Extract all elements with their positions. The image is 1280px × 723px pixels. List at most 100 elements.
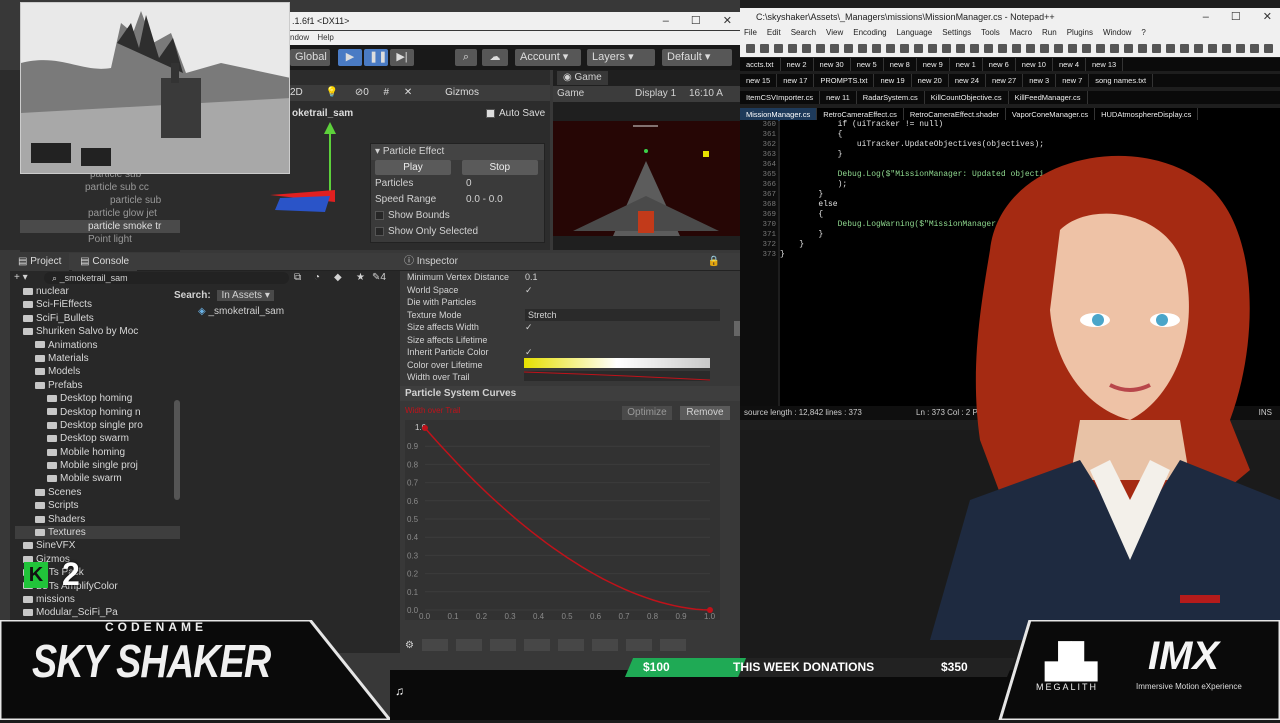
npp-menu-item[interactable]: Window [1103,28,1131,37]
hierarchy-item[interactable]: particle glow jet [20,207,180,220]
show-bounds-row[interactable]: Show Bounds [371,208,544,224]
maximize-icon[interactable]: ☐ [691,12,701,30]
display-dropdown[interactable]: Display 1 [635,88,676,99]
file-tab[interactable]: new 3 [1023,74,1057,87]
project-folder[interactable]: SciFi_Bullets [15,312,180,325]
search-result[interactable]: ◈ _smoketrail_sam [198,306,284,317]
toolbar-button[interactable] [858,44,867,53]
toolbar-button[interactable] [914,44,923,53]
project-scrollbar[interactable] [174,400,180,500]
project-folder[interactable]: Shaders [15,513,180,526]
file-tab[interactable]: new 24 [949,74,987,87]
optimize-button[interactable]: Optimize [622,406,672,420]
show-only-selected-checkbox[interactable] [375,226,384,236]
property-value[interactable]: ✓ [525,346,533,359]
project-folder[interactable]: Prefabs [15,379,180,392]
project-folder[interactable]: Desktop homing n [15,406,180,419]
project-folder[interactable]: Mobile single proj [15,459,180,472]
npp-menu-item[interactable]: Run [1042,28,1057,37]
mode-2d-toggle[interactable]: 2D [290,87,303,98]
favorite-icon[interactable]: ★ [356,271,365,285]
toolbar-button[interactable] [928,44,937,53]
play-button[interactable]: ▶ [338,49,362,66]
label-icon[interactable]: ◆ [334,271,342,285]
menu-window[interactable]: ndow [290,33,309,42]
file-tab[interactable]: new 9 [917,58,950,71]
hierarchy-item[interactable]: particle sub cc [20,181,180,194]
toolbar-button[interactable] [1110,44,1119,53]
toolbar-button[interactable] [872,44,881,53]
file-tab[interactable]: new 2 [781,58,814,71]
file-tab[interactable]: new 6 [983,58,1016,71]
toolbar-button[interactable] [1166,44,1175,53]
file-tab[interactable]: new 10 [1016,58,1053,71]
toolbar-button[interactable] [802,44,811,53]
toolbar-button[interactable] [1026,44,1035,53]
project-folder[interactable]: Textures [15,526,180,540]
project-folder[interactable]: Modular_SciFi_Pa [15,606,180,619]
file-tab[interactable]: accts.txt [740,58,781,71]
tab-console[interactable]: ▤ Console [72,253,138,271]
pause-button[interactable]: ❚❚ [364,49,388,66]
toolbar-button[interactable] [1124,44,1133,53]
npp-menu-item[interactable]: Plugins [1067,28,1093,37]
toolbar-button[interactable] [1264,44,1273,53]
file-tab[interactable]: new 20 [912,74,949,87]
step-button[interactable]: ▶| [390,49,414,66]
toolbar-button[interactable] [830,44,839,53]
project-folder[interactable]: SineVFX [15,539,180,552]
hierarchy-item[interactable]: particle sub [20,194,180,207]
cloud-button[interactable]: ☁ [482,49,508,66]
toolbar-button[interactable] [1096,44,1105,53]
type-filter-icon[interactable]: ◔ [314,271,320,285]
width-over-trail-curve[interactable] [523,371,711,381]
toolbar-button[interactable] [788,44,797,53]
file-tab[interactable]: new 17 [777,74,815,87]
file-tab[interactable]: ItemCSVImporter.cs [740,91,821,104]
npp-menu-item[interactable]: Edit [767,28,781,37]
toolbar-button[interactable] [984,44,993,53]
toolbar-button[interactable] [1250,44,1259,53]
toolbar-button[interactable] [1194,44,1203,53]
filter-icon[interactable]: ⧉ [294,271,301,285]
search-button[interactable]: ⌕ [455,49,477,66]
npp-menu-item[interactable]: Search [791,28,816,37]
toolbar-button[interactable] [1012,44,1021,53]
property-value[interactable]: ✓ [525,321,533,334]
project-folder[interactable]: Mobile swarm [15,472,180,485]
visibility-icon[interactable]: ⊘ [355,87,363,98]
npp-menu-item[interactable]: File [744,28,757,37]
minimize-icon[interactable]: – [663,12,669,30]
npp-menu-item[interactable]: Language [897,28,933,37]
npp-menu-item[interactable]: Tools [981,28,1000,37]
file-tab[interactable]: new 27 [986,74,1024,87]
show-only-selected-row[interactable]: Show Only Selected [371,224,544,240]
gizmos-dropdown[interactable]: Gizmos [445,87,479,98]
toolbar-button[interactable] [844,44,853,53]
global-toggle[interactable]: Global [290,49,330,66]
toolbar-button[interactable] [998,44,1007,53]
toolbar-button[interactable] [900,44,909,53]
grid-icon[interactable]: # [384,87,390,98]
maximize-icon[interactable]: ☐ [1231,8,1241,26]
toolbar-button[interactable] [1236,44,1245,53]
file-tab[interactable]: new 7 [1056,74,1090,87]
toolbar-button[interactable] [1082,44,1091,53]
file-tab[interactable]: new 4 [1053,58,1086,71]
file-tab[interactable]: new 11 [820,91,857,104]
hidden-packages-icon[interactable]: ✎4 [372,271,386,285]
npp-menu-item[interactable]: Macro [1010,28,1032,37]
lock-icon[interactable]: 🔒 [708,253,720,271]
project-folder[interactable]: Animations [15,339,180,352]
curve-editor[interactable]: 0.9 0.8 0.7 0.6 0.5 0.4 0.3 0.2 0.1 0.00.0 0.1 0.2 0… [405,420,720,620]
search-scope-dropdown[interactable]: In Assets ▾ [217,290,274,301]
layout-dropdown[interactable]: Default ▾ [662,49,732,66]
toolbar-button[interactable] [816,44,825,53]
close-icon[interactable]: ✕ [1263,8,1272,26]
toolbar-button[interactable] [956,44,965,53]
toolbar-button[interactable] [886,44,895,53]
toolbar-icons[interactable] [740,40,1280,57]
toolbar-button[interactable] [970,44,979,53]
file-tab[interactable]: PROMPTS.txt [814,74,875,87]
file-tab[interactable]: song names.txt [1089,74,1154,87]
